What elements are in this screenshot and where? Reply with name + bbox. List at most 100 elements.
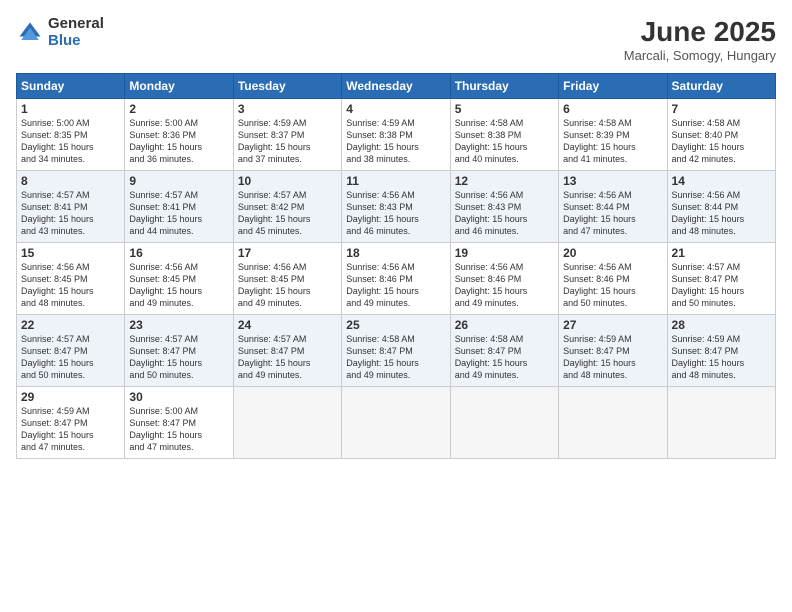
week-row-3: 22Sunrise: 4:57 AM Sunset: 8:47 PM Dayli… [17, 315, 776, 387]
calendar-cell: 5Sunrise: 4:58 AM Sunset: 8:38 PM Daylig… [450, 99, 558, 171]
calendar-cell: 16Sunrise: 4:56 AM Sunset: 8:45 PM Dayli… [125, 243, 233, 315]
day-info: Sunrise: 4:56 AM Sunset: 8:46 PM Dayligh… [563, 261, 662, 310]
calendar-cell: 25Sunrise: 4:58 AM Sunset: 8:47 PM Dayli… [342, 315, 450, 387]
col-saturday: Saturday [667, 74, 775, 99]
logo-icon [16, 19, 44, 47]
col-sunday: Sunday [17, 74, 125, 99]
day-number: 17 [238, 246, 337, 260]
calendar-cell: 2Sunrise: 5:00 AM Sunset: 8:36 PM Daylig… [125, 99, 233, 171]
day-info: Sunrise: 4:56 AM Sunset: 8:43 PM Dayligh… [346, 189, 445, 238]
day-info: Sunrise: 4:59 AM Sunset: 8:38 PM Dayligh… [346, 117, 445, 166]
calendar-cell: 17Sunrise: 4:56 AM Sunset: 8:45 PM Dayli… [233, 243, 341, 315]
day-info: Sunrise: 4:56 AM Sunset: 8:43 PM Dayligh… [455, 189, 554, 238]
calendar-cell: 23Sunrise: 4:57 AM Sunset: 8:47 PM Dayli… [125, 315, 233, 387]
calendar-cell: 6Sunrise: 4:58 AM Sunset: 8:39 PM Daylig… [559, 99, 667, 171]
day-number: 29 [21, 390, 120, 404]
day-number: 21 [672, 246, 771, 260]
day-info: Sunrise: 5:00 AM Sunset: 8:47 PM Dayligh… [129, 405, 228, 454]
day-number: 14 [672, 174, 771, 188]
day-number: 2 [129, 102, 228, 116]
day-info: Sunrise: 4:58 AM Sunset: 8:40 PM Dayligh… [672, 117, 771, 166]
calendar-cell: 30Sunrise: 5:00 AM Sunset: 8:47 PM Dayli… [125, 387, 233, 459]
calendar-cell: 19Sunrise: 4:56 AM Sunset: 8:46 PM Dayli… [450, 243, 558, 315]
logo-general: General [48, 16, 104, 33]
calendar-cell [559, 387, 667, 459]
logo-blue: Blue [48, 33, 104, 50]
day-number: 13 [563, 174, 662, 188]
day-number: 30 [129, 390, 228, 404]
day-number: 26 [455, 318, 554, 332]
day-number: 27 [563, 318, 662, 332]
day-number: 4 [346, 102, 445, 116]
day-info: Sunrise: 4:57 AM Sunset: 8:42 PM Dayligh… [238, 189, 337, 238]
calendar-cell: 24Sunrise: 4:57 AM Sunset: 8:47 PM Dayli… [233, 315, 341, 387]
day-info: Sunrise: 4:57 AM Sunset: 8:47 PM Dayligh… [129, 333, 228, 382]
day-info: Sunrise: 4:56 AM Sunset: 8:45 PM Dayligh… [129, 261, 228, 310]
calendar-cell: 7Sunrise: 4:58 AM Sunset: 8:40 PM Daylig… [667, 99, 775, 171]
day-number: 19 [455, 246, 554, 260]
day-info: Sunrise: 4:59 AM Sunset: 8:47 PM Dayligh… [672, 333, 771, 382]
day-info: Sunrise: 4:57 AM Sunset: 8:41 PM Dayligh… [129, 189, 228, 238]
calendar-cell: 10Sunrise: 4:57 AM Sunset: 8:42 PM Dayli… [233, 171, 341, 243]
day-info: Sunrise: 4:56 AM Sunset: 8:46 PM Dayligh… [346, 261, 445, 310]
day-info: Sunrise: 4:57 AM Sunset: 8:41 PM Dayligh… [21, 189, 120, 238]
calendar-cell: 22Sunrise: 4:57 AM Sunset: 8:47 PM Dayli… [17, 315, 125, 387]
day-info: Sunrise: 4:56 AM Sunset: 8:45 PM Dayligh… [238, 261, 337, 310]
col-tuesday: Tuesday [233, 74, 341, 99]
day-info: Sunrise: 5:00 AM Sunset: 8:36 PM Dayligh… [129, 117, 228, 166]
day-info: Sunrise: 4:57 AM Sunset: 8:47 PM Dayligh… [21, 333, 120, 382]
day-number: 10 [238, 174, 337, 188]
day-number: 11 [346, 174, 445, 188]
calendar-table: Sunday Monday Tuesday Wednesday Thursday… [16, 73, 776, 459]
title-block: June 2025 Marcali, Somogy, Hungary [624, 16, 776, 63]
day-info: Sunrise: 4:57 AM Sunset: 8:47 PM Dayligh… [672, 261, 771, 310]
calendar-cell: 20Sunrise: 4:56 AM Sunset: 8:46 PM Dayli… [559, 243, 667, 315]
calendar-cell [233, 387, 341, 459]
day-number: 23 [129, 318, 228, 332]
col-friday: Friday [559, 74, 667, 99]
calendar-cell: 27Sunrise: 4:59 AM Sunset: 8:47 PM Dayli… [559, 315, 667, 387]
calendar-cell: 18Sunrise: 4:56 AM Sunset: 8:46 PM Dayli… [342, 243, 450, 315]
day-info: Sunrise: 4:56 AM Sunset: 8:44 PM Dayligh… [563, 189, 662, 238]
header: General Blue June 2025 Marcali, Somogy, … [16, 16, 776, 63]
week-row-2: 15Sunrise: 4:56 AM Sunset: 8:45 PM Dayli… [17, 243, 776, 315]
day-number: 20 [563, 246, 662, 260]
calendar-cell: 9Sunrise: 4:57 AM Sunset: 8:41 PM Daylig… [125, 171, 233, 243]
day-number: 1 [21, 102, 120, 116]
day-info: Sunrise: 4:56 AM Sunset: 8:45 PM Dayligh… [21, 261, 120, 310]
calendar-cell [450, 387, 558, 459]
calendar-cell [667, 387, 775, 459]
calendar-cell [342, 387, 450, 459]
day-number: 22 [21, 318, 120, 332]
subtitle: Marcali, Somogy, Hungary [624, 48, 776, 63]
main-title: June 2025 [624, 16, 776, 48]
day-number: 3 [238, 102, 337, 116]
page: General Blue June 2025 Marcali, Somogy, … [0, 0, 792, 612]
calendar-cell: 12Sunrise: 4:56 AM Sunset: 8:43 PM Dayli… [450, 171, 558, 243]
day-number: 24 [238, 318, 337, 332]
week-row-4: 29Sunrise: 4:59 AM Sunset: 8:47 PM Dayli… [17, 387, 776, 459]
calendar-cell: 3Sunrise: 4:59 AM Sunset: 8:37 PM Daylig… [233, 99, 341, 171]
calendar-cell: 4Sunrise: 4:59 AM Sunset: 8:38 PM Daylig… [342, 99, 450, 171]
day-number: 8 [21, 174, 120, 188]
day-info: Sunrise: 5:00 AM Sunset: 8:35 PM Dayligh… [21, 117, 120, 166]
calendar-cell: 1Sunrise: 5:00 AM Sunset: 8:35 PM Daylig… [17, 99, 125, 171]
calendar-cell: 29Sunrise: 4:59 AM Sunset: 8:47 PM Dayli… [17, 387, 125, 459]
day-number: 6 [563, 102, 662, 116]
day-info: Sunrise: 4:57 AM Sunset: 8:47 PM Dayligh… [238, 333, 337, 382]
day-info: Sunrise: 4:59 AM Sunset: 8:47 PM Dayligh… [563, 333, 662, 382]
header-row: Sunday Monday Tuesday Wednesday Thursday… [17, 74, 776, 99]
calendar-cell: 21Sunrise: 4:57 AM Sunset: 8:47 PM Dayli… [667, 243, 775, 315]
day-info: Sunrise: 4:56 AM Sunset: 8:46 PM Dayligh… [455, 261, 554, 310]
calendar-cell: 28Sunrise: 4:59 AM Sunset: 8:47 PM Dayli… [667, 315, 775, 387]
calendar-cell: 26Sunrise: 4:58 AM Sunset: 8:47 PM Dayli… [450, 315, 558, 387]
col-wednesday: Wednesday [342, 74, 450, 99]
day-info: Sunrise: 4:58 AM Sunset: 8:38 PM Dayligh… [455, 117, 554, 166]
day-number: 28 [672, 318, 771, 332]
calendar-cell: 15Sunrise: 4:56 AM Sunset: 8:45 PM Dayli… [17, 243, 125, 315]
calendar-cell: 11Sunrise: 4:56 AM Sunset: 8:43 PM Dayli… [342, 171, 450, 243]
logo: General Blue [16, 16, 104, 49]
day-info: Sunrise: 4:58 AM Sunset: 8:47 PM Dayligh… [455, 333, 554, 382]
day-info: Sunrise: 4:59 AM Sunset: 8:47 PM Dayligh… [21, 405, 120, 454]
day-number: 9 [129, 174, 228, 188]
